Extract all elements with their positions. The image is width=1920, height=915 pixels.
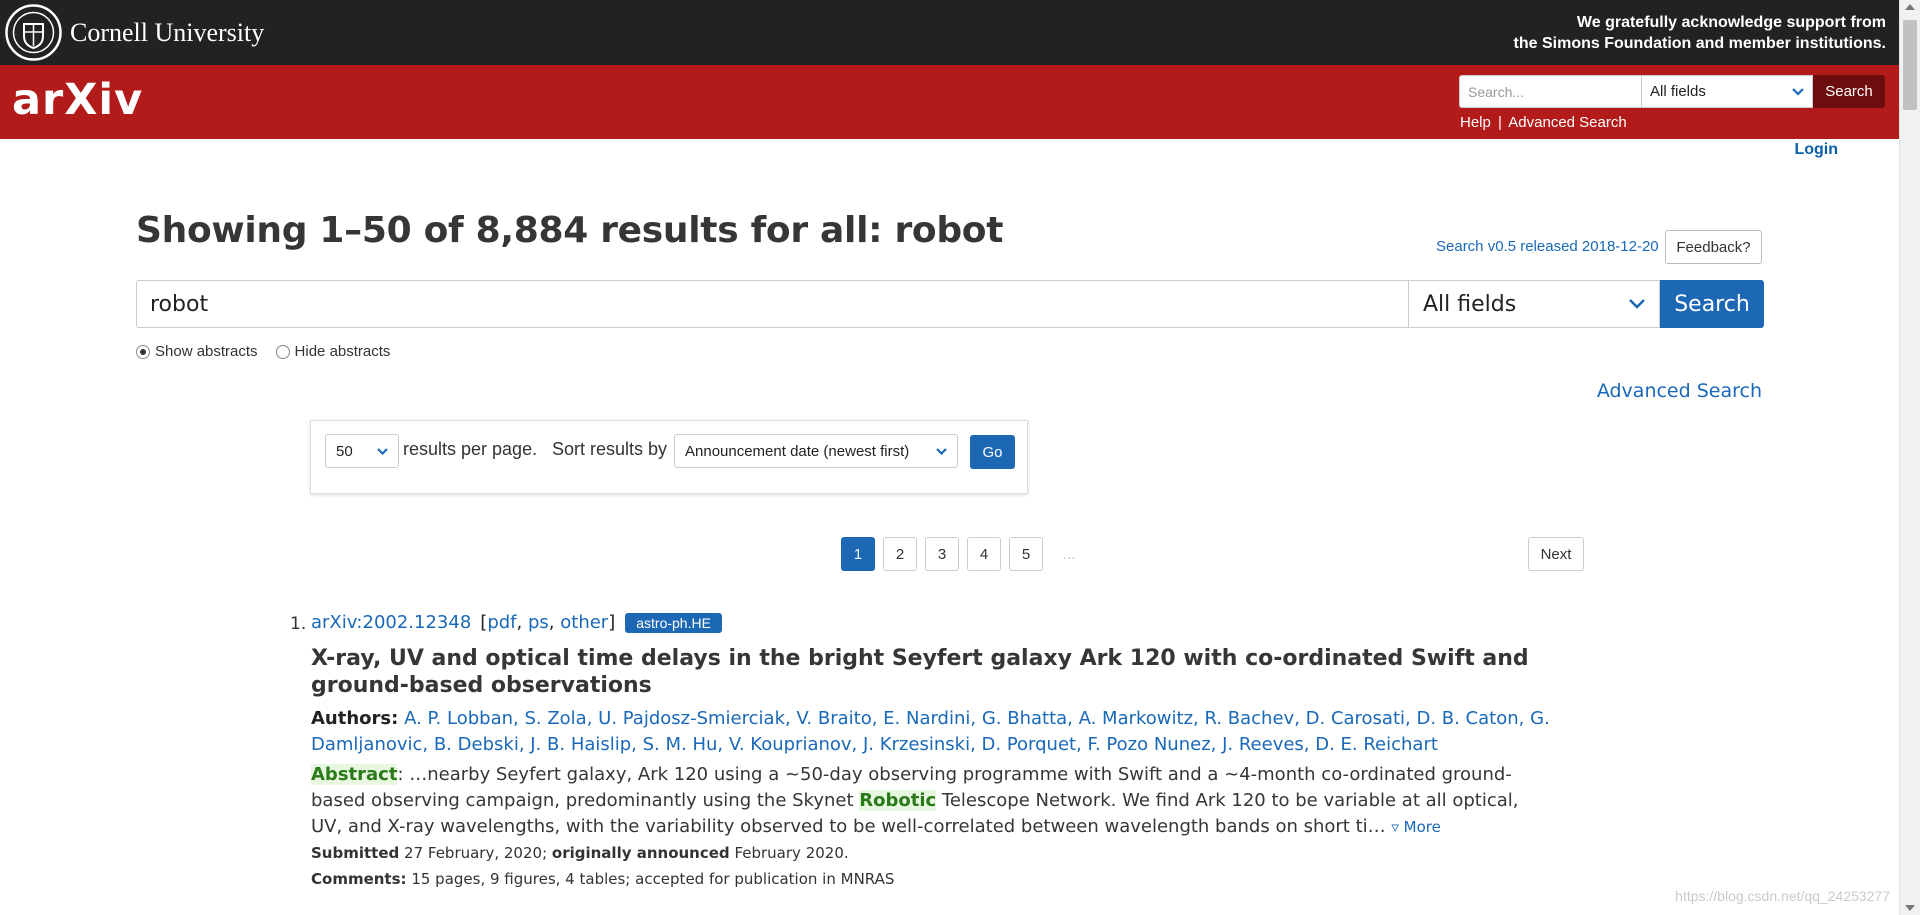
- result-title: X-ray, UV and optical time delays in the…: [311, 646, 1529, 698]
- arxiv-header: arXiv Search... All fields Search Help |…: [0, 65, 1920, 139]
- show-abstracts-label[interactable]: Show abstracts: [155, 343, 258, 360]
- chevron-down-icon: [377, 447, 388, 455]
- header-links: Help | Advanced Search: [1460, 114, 1627, 131]
- ps-link[interactable]: ps: [528, 612, 549, 633]
- arxiv-logo[interactable]: arXiv: [12, 75, 143, 125]
- result-number: 1.: [290, 614, 307, 634]
- more-link[interactable]: ▿ More: [1391, 818, 1440, 836]
- sort-value: Announcement date (newest first): [685, 442, 910, 460]
- comments-label: Comments:: [311, 870, 407, 888]
- search-button[interactable]: Search: [1660, 280, 1764, 328]
- pagination-ellipsis: …: [1062, 546, 1076, 562]
- per-page-select[interactable]: 50: [325, 434, 399, 468]
- pdf-link[interactable]: pdf: [487, 612, 516, 633]
- main-search: robot All fields Search: [136, 280, 1764, 328]
- scrollbar[interactable]: [1899, 0, 1920, 915]
- result-comments: Comments: 15 pages, 9 figures, 4 tables;…: [311, 870, 894, 888]
- page-title: Showing 1–50 of 8,884 results for all: r…: [136, 210, 1004, 251]
- chevron-down-icon: [1629, 299, 1645, 309]
- header-field-select[interactable]: All fields: [1641, 75, 1813, 108]
- page-4[interactable]: 4: [967, 537, 1001, 571]
- version-link[interactable]: Search v0.5 released 2018-12-20: [1436, 238, 1659, 255]
- search-input[interactable]: robot: [136, 280, 1408, 328]
- feedback-button[interactable]: Feedback?: [1665, 230, 1762, 264]
- sort-options: 50 results per page. Sort results by Ann…: [310, 420, 1028, 494]
- submitted-date: 27 February, 2020;: [404, 844, 548, 862]
- abstract-highlight: Robotic: [859, 790, 937, 811]
- format-links: [pdf, ps, other]: [480, 612, 616, 633]
- field-select-value: All fields: [1423, 291, 1517, 317]
- hide-abstracts-label[interactable]: Hide abstracts: [295, 343, 391, 360]
- link-separator: |: [1498, 114, 1502, 131]
- field-select[interactable]: All fields: [1408, 280, 1660, 328]
- next-page-button[interactable]: Next: [1528, 537, 1584, 571]
- go-button[interactable]: Go: [970, 435, 1015, 469]
- submitted-label: Submitted: [311, 844, 400, 862]
- header-search-button[interactable]: Search: [1813, 75, 1885, 108]
- header-advanced-search-link[interactable]: Advanced Search: [1508, 114, 1626, 131]
- chevron-down-icon: [936, 447, 947, 455]
- arxiv-id-link[interactable]: arXiv:2002.12348: [311, 612, 471, 633]
- other-link[interactable]: other: [560, 612, 608, 633]
- watermark: https://blog.csdn.net/qq_24253277: [1675, 888, 1890, 904]
- per-page-value: 50: [336, 442, 353, 460]
- hide-abstracts-radio[interactable]: [275, 344, 290, 359]
- sort-select[interactable]: Announcement date (newest first): [674, 434, 958, 468]
- cornell-name[interactable]: Cornell University: [70, 18, 264, 48]
- sort-label: Sort results by: [552, 439, 668, 459]
- ack-line-1: We gratefully acknowledge support from: [1576, 14, 1886, 31]
- result-submitted: Submitted 27 February, 2020; originally …: [311, 844, 849, 862]
- header-field-value: All fields: [1650, 83, 1706, 100]
- announced-date: February 2020.: [734, 844, 849, 862]
- page-5[interactable]: 5: [1009, 537, 1043, 571]
- advanced-search-link[interactable]: Advanced Search: [1597, 380, 1762, 402]
- author-links[interactable]: A. P. Lobban, S. Zola, U. Pajdosz-Smierc…: [311, 708, 1550, 755]
- header-search-input[interactable]: Search...: [1459, 75, 1641, 108]
- cornell-seal-icon[interactable]: [5, 4, 62, 61]
- show-abstracts-radio[interactable]: [136, 344, 150, 359]
- announced-label: originally announced: [551, 844, 730, 862]
- page-3[interactable]: 3: [925, 537, 959, 571]
- scroll-down-icon[interactable]: [1905, 905, 1915, 911]
- chevron-down-icon: [1792, 87, 1804, 96]
- acknowledgement: We gratefully acknowledge support from t…: [1514, 12, 1886, 54]
- authors-label: Authors:: [311, 708, 399, 729]
- page-2[interactable]: 2: [883, 537, 917, 571]
- abstract-label: Abstract: [311, 764, 398, 785]
- scroll-thumb[interactable]: [1903, 20, 1917, 110]
- help-link[interactable]: Help: [1460, 114, 1491, 131]
- page-1[interactable]: 1: [841, 537, 875, 571]
- per-page-label: results per page.: [403, 439, 538, 459]
- login-link[interactable]: Login: [1794, 141, 1838, 159]
- result-authors: Authors: A. P. Lobban, S. Zola, U. Pajdo…: [311, 706, 1551, 758]
- result-abstract: Abstract: …nearby Seyfert galaxy, Ark 12…: [311, 762, 1551, 840]
- category-badge[interactable]: astro-ph.HE: [625, 612, 722, 633]
- ack-line-2: the Simons Foundation and member institu…: [1513, 35, 1886, 52]
- cornell-header: Cornell University We gratefully acknowl…: [0, 0, 1920, 65]
- header-search: Search... All fields Search: [1459, 75, 1885, 108]
- scroll-up-icon[interactable]: [1905, 4, 1915, 10]
- comments-text: 15 pages, 9 figures, 4 tables; accepted …: [411, 870, 895, 888]
- result-header: arXiv:2002.12348 [pdf, ps, other] astro-…: [311, 612, 722, 633]
- abstract-toggle: Show abstracts Hide abstracts: [136, 343, 390, 360]
